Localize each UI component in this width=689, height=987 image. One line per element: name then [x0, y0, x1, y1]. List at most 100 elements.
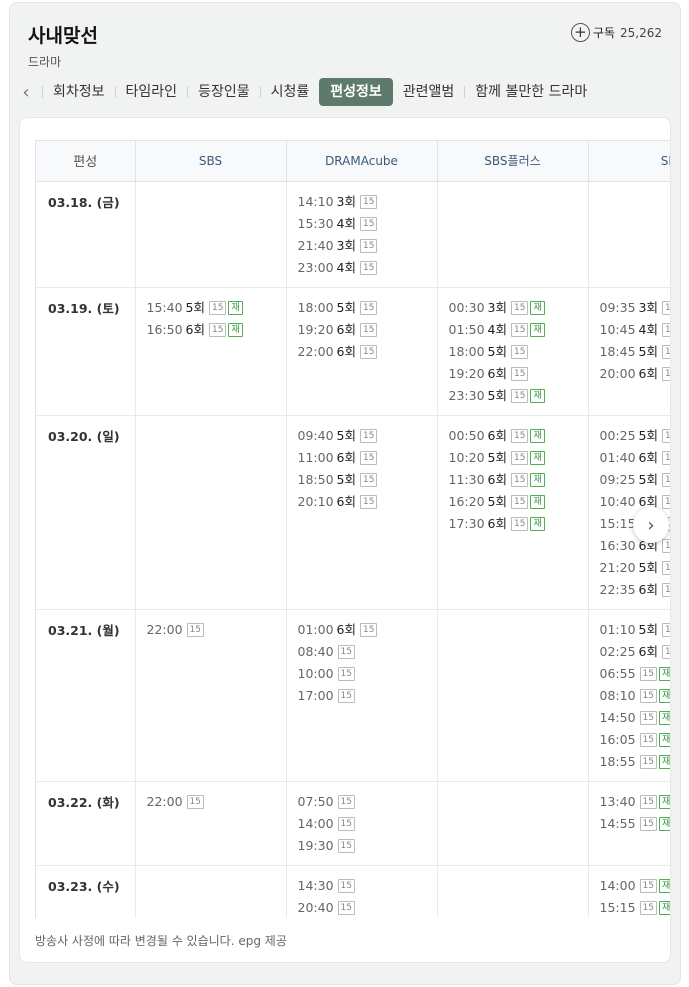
age-rating-badge: 15 [661, 582, 670, 597]
subscribe-button[interactable]: + 구독 25,262 [570, 23, 662, 42]
broadcast-entry[interactable]: 18:55 15 재 [600, 751, 670, 773]
tab-3[interactable]: 시청률 [261, 78, 320, 106]
broadcast-time: 14:55 [599, 815, 636, 831]
broadcast-entry[interactable]: 21:205회15재 [600, 557, 670, 579]
broadcast-entry[interactable]: 19:20 6회 15 [298, 319, 437, 341]
broadcast-entry[interactable]: 15:15 15 재 [600, 897, 670, 919]
broadcast-entry[interactable]: 11:30 6회 15 재 [449, 469, 588, 491]
broadcast-entry[interactable]: 15:40 5회 15 재 [147, 297, 286, 319]
broadcast-time: 21:40 [297, 237, 334, 253]
chevron-right-icon[interactable]: › [633, 507, 669, 543]
age-rating-badge: 15 [661, 538, 670, 553]
schedule-cell: 15:40 5회 15 재 16:50 6회 15 재 [135, 287, 287, 416]
age-rating-badge: 15 [661, 344, 670, 359]
broadcast-entry[interactable]: 06:55 15 재 [600, 663, 670, 685]
broadcast-time: 22:00 [146, 621, 183, 637]
broadcast-entry[interactable]: 16:05 15 재 [600, 729, 670, 751]
age-rating-badge: 15 [186, 794, 204, 809]
broadcast-entry[interactable]: 14:30 15 [298, 875, 437, 897]
broadcast-entry[interactable]: 16:50 6회 15 재 [147, 319, 286, 341]
tab-5[interactable]: 관련앨범 [393, 78, 465, 106]
tab-6[interactable]: 함께 볼만한 드라마 [465, 78, 597, 106]
channel-header[interactable]: DRAMAcube [286, 141, 438, 182]
tab-2[interactable]: 등장인물 [188, 78, 260, 106]
channel-header[interactable]: SBS플러스 [437, 141, 589, 182]
broadcast-entry[interactable]: 20:006회15 [600, 363, 670, 385]
broadcast-entry[interactable]: 16:20 5회 15 재 [449, 491, 588, 513]
broadcast-time: 00:25 [599, 427, 636, 443]
broadcast-entry[interactable]: 21:40 3회 15 [298, 235, 437, 257]
broadcast-entry[interactable]: 14:50 15 재 [600, 707, 670, 729]
schedule-cell: 22:00 15 [135, 609, 287, 782]
broadcast-entry[interactable]: 18:00 5회 15 [298, 297, 437, 319]
broadcast-entry[interactable]: 02:256회15재 [600, 641, 670, 663]
broadcast-entry[interactable]: 14:00 15 재 [600, 875, 670, 897]
broadcast-entry[interactable]: 20:10 6회 15 [298, 491, 437, 513]
broadcast-entry[interactable]: 22:00 15 [147, 791, 286, 813]
broadcast-entry[interactable]: 22:00 15 [147, 619, 286, 641]
age-rating-badge: 15 [359, 194, 378, 209]
broadcast-entry[interactable]: 07:50 15 [298, 791, 437, 813]
broadcast-entry[interactable]: 14:10 3회 15 [298, 191, 437, 213]
broadcast-entry[interactable]: 18:50 5회 15 [298, 469, 437, 491]
broadcast-entry[interactable]: 23:30 5회 15 재 [449, 385, 588, 407]
chevron-left-icon[interactable]: ‹ [10, 82, 42, 103]
broadcast-entry[interactable]: 10:00 15 [298, 663, 437, 685]
broadcast-entry[interactable]: 17:00 15 [298, 685, 437, 707]
broadcast-entry[interactable]: 09:255회15재 [600, 469, 670, 491]
channel-header[interactable]: SBS [135, 141, 287, 182]
program-title[interactable]: 사내맞선 [28, 21, 98, 48]
broadcast-entry[interactable]: 09:353회15재 [600, 297, 670, 319]
broadcast-entry[interactable]: 00:30 3회 15 재 [449, 297, 588, 319]
episode-number: 5회 [638, 343, 658, 359]
broadcast-entry[interactable]: 14:55 15 재 [599, 813, 670, 835]
schedule-table-scroll[interactable]: 편성 SBSDRAMAcubeSBS플러스SKY 03.18. (금) 14:10… [35, 140, 670, 919]
broadcast-entry[interactable]: 22:356회15재 [600, 579, 670, 601]
broadcast-entry[interactable]: 10:454회15재 [600, 319, 670, 341]
broadcast-entry[interactable]: 08:10 15 재 [600, 685, 670, 707]
schedule-table: 편성 SBSDRAMAcubeSBS플러스SKY 03.18. (금) 14:10… [36, 141, 670, 919]
tab-4[interactable]: 편성정보 [319, 78, 393, 106]
episode-number: 5회 [487, 493, 507, 509]
broadcast-entry[interactable]: 10:20 5회 15 재 [449, 447, 588, 469]
broadcast-entry[interactable]: 01:50 4회 15 재 [449, 319, 588, 341]
broadcast-entry[interactable]: 08:40 15 [298, 641, 437, 663]
schedule-cell: 01:00 6회 15 08:40 15 10:00 15 17:00 15 [286, 609, 438, 782]
broadcast-entry[interactable]: 19:30 15 [298, 835, 437, 857]
broadcast-entry[interactable]: 01:00 6회 15 [298, 619, 437, 641]
schedule-cell: 01:105회15재02:256회15재06:5515재08:1015재14:5… [588, 609, 670, 782]
broadcast-entry[interactable]: 00:255회15재 [599, 425, 670, 447]
broadcast-entry[interactable]: 22:00 6회 15 [298, 341, 437, 363]
rerun-badge: 재 [530, 300, 545, 315]
broadcast-entry[interactable]: 15:30 4회 15 [298, 213, 437, 235]
schedule-row: 03.23. (수)14:301520:401522:001514:0015재1… [36, 865, 670, 919]
broadcast-entry[interactable]: 18:455회15 [600, 341, 670, 363]
age-rating-badge: 15 [661, 322, 670, 337]
schedule-cell: 00:30 3회 15 재 01:50 4회 15 재 18:00 5회 15 19:20 6회 15 23… [437, 287, 589, 416]
broadcast-entry[interactable]: 11:00 6회 15 [298, 447, 437, 469]
broadcast-entry[interactable]: 13:40 15 재 [600, 791, 670, 813]
broadcast-entry[interactable]: 17:30 6회 15 재 [449, 513, 588, 535]
channel-header[interactable]: SKY [588, 141, 670, 182]
broadcast-time: 23:00 [297, 259, 334, 275]
broadcast-entry[interactable]: 18:00 5회 15 [449, 341, 588, 363]
age-rating-badge: 15 [510, 428, 529, 443]
broadcast-entry[interactable]: 01:406회15재 [600, 447, 670, 469]
broadcast-entry[interactable]: 09:40 5회 15 [298, 425, 437, 447]
broadcast-entry[interactable]: 14:00 15 [298, 813, 437, 835]
broadcast-time: 00:50 [448, 427, 485, 443]
tab-1[interactable]: 타임라인 [116, 78, 188, 106]
broadcast-entry[interactable]: 20:40 15 [298, 897, 437, 919]
schedule-row: 03.22. (화) 22:00 15 07:50 15 14:00 15 19:30 15 13… [36, 781, 670, 866]
age-rating-badge: 15 [510, 388, 529, 403]
broadcast-time: 08:40 [297, 643, 334, 659]
broadcast-entry[interactable]: 01:105회15재 [600, 619, 670, 641]
broadcast-entry[interactable]: 23:00 4회 15 [298, 257, 437, 279]
broadcast-time: 10:40 [599, 493, 636, 509]
episode-number: 6회 [487, 427, 507, 443]
broadcast-entry[interactable]: 19:20 6회 15 [449, 363, 588, 385]
broadcast-entry[interactable]: 00:50 6회 15 재 [449, 425, 588, 447]
tab-0[interactable]: 회차정보 [43, 78, 115, 106]
age-rating-badge: 15 [208, 300, 227, 315]
subscribe-count: 25,262 [620, 25, 662, 40]
